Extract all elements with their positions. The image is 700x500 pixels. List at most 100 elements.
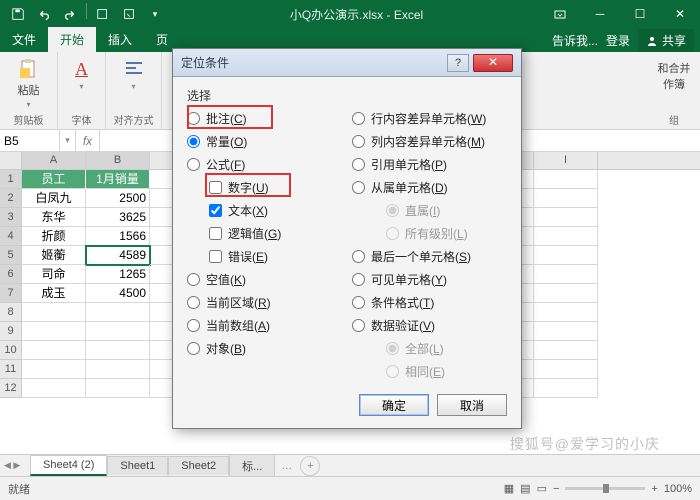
opt-data-val[interactable]: 数据验证(V)	[352, 317, 507, 334]
row-header[interactable]: 9	[0, 322, 22, 341]
cell[interactable]: 1月销量	[86, 170, 150, 189]
zoom-out[interactable]: −	[553, 483, 559, 495]
cell[interactable]: 4589	[86, 246, 150, 265]
opt-logicals[interactable]: 逻辑值(G)	[187, 225, 342, 242]
login-link[interactable]: 登录	[606, 32, 630, 49]
cell[interactable]	[22, 379, 86, 398]
align-button[interactable]: ▾	[119, 54, 149, 91]
cell[interactable]	[22, 360, 86, 379]
sheet-tab-3[interactable]: 标...	[229, 454, 275, 477]
minimize-button[interactable]: ─	[580, 0, 620, 28]
save-button[interactable]	[6, 3, 30, 25]
cell[interactable]	[534, 341, 598, 360]
cell[interactable]: 3625	[86, 208, 150, 227]
view-break-icon[interactable]: ▭	[537, 482, 547, 495]
paste-button[interactable]: 粘贴 ▾	[14, 54, 44, 109]
cell[interactable]	[534, 284, 598, 303]
row-header[interactable]: 3	[0, 208, 22, 227]
cell[interactable]	[86, 341, 150, 360]
tab-insert[interactable]: 插入	[96, 27, 144, 52]
cell[interactable]	[534, 170, 598, 189]
opt-last-cell[interactable]: 最后一个单元格(S)	[352, 248, 507, 265]
cell[interactable]: 姬蘅	[22, 246, 86, 265]
opt-current-array[interactable]: 当前数组(A)	[187, 317, 342, 334]
cell[interactable]: 成玉	[22, 284, 86, 303]
opt-numbers[interactable]: 数字(U)	[187, 179, 342, 196]
ok-button[interactable]: 确定	[359, 394, 429, 416]
tab-home[interactable]: 开始	[48, 27, 96, 52]
cell[interactable]: 东华	[22, 208, 86, 227]
tab-tell-me[interactable]: 告诉我...	[552, 32, 598, 49]
qat-customize[interactable]: ▾	[143, 3, 167, 25]
qat-extra1[interactable]	[91, 3, 115, 25]
name-box-dropdown[interactable]: ▾	[60, 130, 76, 151]
opt-dependents[interactable]: 从属单元格(D)	[352, 179, 507, 196]
zoom-slider[interactable]	[565, 487, 645, 490]
view-page-icon[interactable]: ▤	[520, 482, 530, 495]
cell[interactable]	[534, 265, 598, 284]
row-header[interactable]: 5	[0, 246, 22, 265]
undo-button[interactable]	[32, 3, 56, 25]
select-all-triangle[interactable]	[0, 152, 22, 169]
cell[interactable]	[534, 322, 598, 341]
zoom-level[interactable]: 100%	[664, 483, 692, 495]
cell[interactable]: 1265	[86, 265, 150, 284]
col-header-A[interactable]: A	[22, 152, 86, 169]
sheet-nav[interactable]: ◀ ▶	[4, 460, 20, 471]
sheet-tab-active[interactable]: Sheet4 (2)	[30, 455, 107, 476]
cell[interactable]: 1566	[86, 227, 150, 246]
cell[interactable]	[22, 341, 86, 360]
fx-icon[interactable]: fx	[76, 130, 100, 151]
cell[interactable]	[534, 379, 598, 398]
dialog-help-button[interactable]: ?	[447, 54, 469, 72]
cell[interactable]	[534, 208, 598, 227]
ribbon-options-button[interactable]	[540, 0, 580, 28]
cell[interactable]	[22, 303, 86, 322]
opt-cond-fmt[interactable]: 条件格式(T)	[352, 294, 507, 311]
col-header-B[interactable]: B	[86, 152, 150, 169]
opt-col-diff[interactable]: 列内容差异单元格(M)	[352, 133, 507, 150]
row-header[interactable]: 1	[0, 170, 22, 189]
close-button[interactable]: ✕	[660, 0, 700, 28]
opt-objects[interactable]: 对象(B)	[187, 340, 342, 357]
col-header-I[interactable]: I	[534, 152, 598, 169]
cell[interactable]: 员工	[22, 170, 86, 189]
opt-row-diff[interactable]: 行内容差异单元格(W)	[352, 110, 507, 127]
row-header[interactable]: 2	[0, 189, 22, 208]
cell[interactable]	[534, 246, 598, 265]
cell[interactable]	[534, 227, 598, 246]
cell[interactable]: 司命	[22, 265, 86, 284]
cancel-button[interactable]: 取消	[437, 394, 507, 416]
opt-formulas[interactable]: 公式(F)	[187, 156, 342, 173]
cell[interactable]	[86, 379, 150, 398]
cell[interactable]	[86, 360, 150, 379]
cell[interactable]	[86, 322, 150, 341]
row-header[interactable]: 8	[0, 303, 22, 322]
dialog-close-button[interactable]: ✕	[473, 54, 513, 72]
row-header[interactable]: 11	[0, 360, 22, 379]
cell[interactable]: 2500	[86, 189, 150, 208]
view-normal-icon[interactable]: ▦	[504, 482, 514, 495]
cell[interactable]	[534, 303, 598, 322]
tab-file[interactable]: 文件	[0, 27, 48, 52]
cell[interactable]: 白凤九	[22, 189, 86, 208]
row-header[interactable]: 12	[0, 379, 22, 398]
row-header[interactable]: 7	[0, 284, 22, 303]
cell[interactable]	[534, 360, 598, 379]
opt-constants[interactable]: 常量(O)	[187, 133, 342, 150]
font-button[interactable]: A ▾	[67, 54, 97, 91]
cell[interactable]	[86, 303, 150, 322]
opt-precedents[interactable]: 引用单元格(P)	[352, 156, 507, 173]
name-box[interactable]: B5	[0, 130, 60, 151]
sheet-tab-2[interactable]: Sheet2	[168, 456, 229, 475]
zoom-in[interactable]: +	[651, 483, 657, 495]
maximize-button[interactable]: ☐	[620, 0, 660, 28]
cell[interactable]: 4500	[86, 284, 150, 303]
opt-text[interactable]: 文本(X)	[187, 202, 342, 219]
cell[interactable]: 折颜	[22, 227, 86, 246]
share-button[interactable]: 共享	[638, 29, 694, 52]
sheet-tab-1[interactable]: Sheet1	[107, 456, 168, 475]
cell[interactable]	[22, 322, 86, 341]
row-header[interactable]: 4	[0, 227, 22, 246]
qat-extra2[interactable]	[117, 3, 141, 25]
